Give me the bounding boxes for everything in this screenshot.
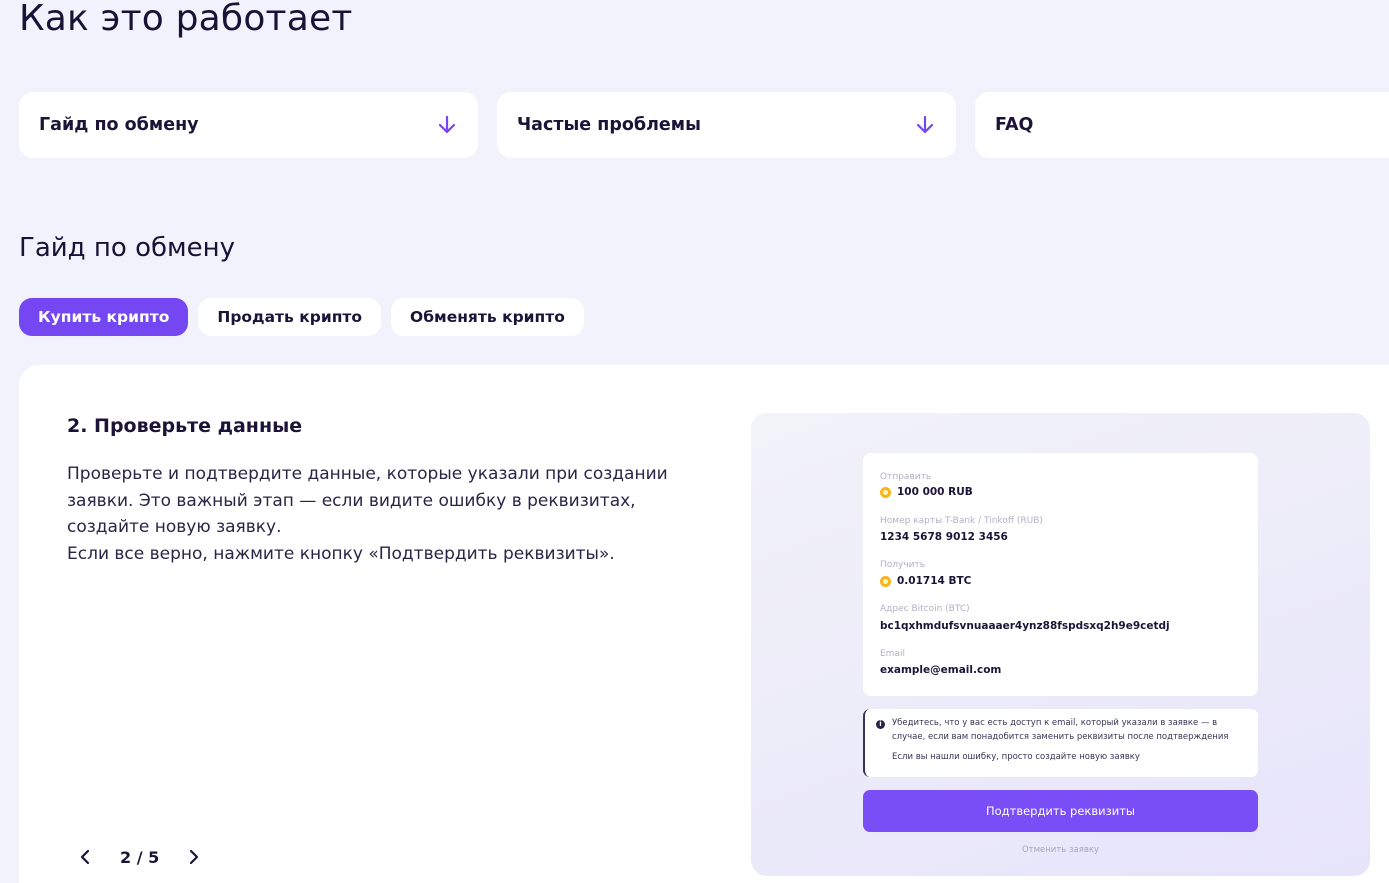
confirm-details-button: Подтвердить реквизиты xyxy=(863,790,1258,832)
step-pager: 2 / 5 xyxy=(72,842,207,872)
step-title: 2. Проверьте данные xyxy=(67,415,303,437)
section-title: Гайд по обмену xyxy=(19,233,236,263)
page: Как это работает Гайд по обмену Частые п… xyxy=(0,0,1389,883)
preview-field-value: 100 000 RUB xyxy=(880,486,973,498)
chevron-right-icon[interactable] xyxy=(181,842,207,872)
preview-field-value: bc1qxhmdufsvnuaaaer4ynz88fspdsxq2h9e9cet… xyxy=(880,620,1170,632)
accordion-label: FAQ xyxy=(995,115,1034,135)
step-description-text: Проверьте и подтвердите данные, которые … xyxy=(67,464,668,537)
cancel-request-link: Отменить заявку xyxy=(1021,845,1100,855)
notice-text: Если вы нашли ошибку, просто создайте но… xyxy=(892,752,1140,762)
preview-field-label: Отправить xyxy=(880,472,932,482)
notice-text: Убедитесь, что у вас есть доступ к email… xyxy=(892,718,1229,742)
preview-field-text: 100 000 RUB xyxy=(897,486,973,498)
pager-count: 2 / 5 xyxy=(120,847,160,867)
preview-details-card: Отправить 100 000 RUB Номер карты T-Bank… xyxy=(863,453,1258,696)
preview-field-label: Номер карты T-Bank / Tinkoff (RUB) xyxy=(880,516,1043,526)
preview-field-value: 1234 5678 9012 3456 xyxy=(880,531,1008,543)
accordion-label: Частые проблемы xyxy=(517,115,701,135)
tab-exchange-crypto[interactable]: Обменять крипто xyxy=(391,298,584,336)
step-description-text: Если все верно, нажмите кнопку «Подтверд… xyxy=(67,543,615,564)
step-description: Проверьте и подтвердите данные, которые … xyxy=(67,461,717,567)
preview-field-label: Получить xyxy=(880,560,926,570)
accordion-common-problems[interactable]: Частые проблемы xyxy=(497,92,956,158)
preview-field-label: Email xyxy=(880,649,905,659)
btc-coin-icon xyxy=(880,575,891,587)
tab-sell-crypto[interactable]: Продать крипто xyxy=(198,298,382,336)
chevron-left-icon[interactable] xyxy=(72,842,98,872)
rub-coin-icon xyxy=(880,486,891,498)
guide-tabs: Купить крипто Продать крипто Обменять кр… xyxy=(19,298,584,336)
step-preview-image: Отправить 100 000 RUB Номер карты T-Bank… xyxy=(751,413,1370,876)
preview-field-value: 0.01714 BTC xyxy=(880,575,971,587)
arrow-down-icon xyxy=(436,114,458,136)
accordion-exchange-guide[interactable]: Гайд по обмену xyxy=(19,92,478,158)
preview-field-text: 0.01714 BTC xyxy=(897,575,972,587)
page-title: Как это работает xyxy=(19,0,353,39)
tab-buy-crypto[interactable]: Купить крипто xyxy=(19,298,189,336)
preview-notice: i Убедитесь, что у вас есть доступ к ema… xyxy=(863,709,1258,777)
preview-field-label: Адрес Bitcoin (BTC) xyxy=(880,604,970,614)
accordion-label: Гайд по обмену xyxy=(39,115,199,135)
info-icon: i xyxy=(876,720,885,729)
arrow-down-icon xyxy=(914,114,936,136)
preview-field-value: example@email.com xyxy=(880,664,1002,676)
accordion-faq[interactable]: FAQ xyxy=(975,92,1389,158)
